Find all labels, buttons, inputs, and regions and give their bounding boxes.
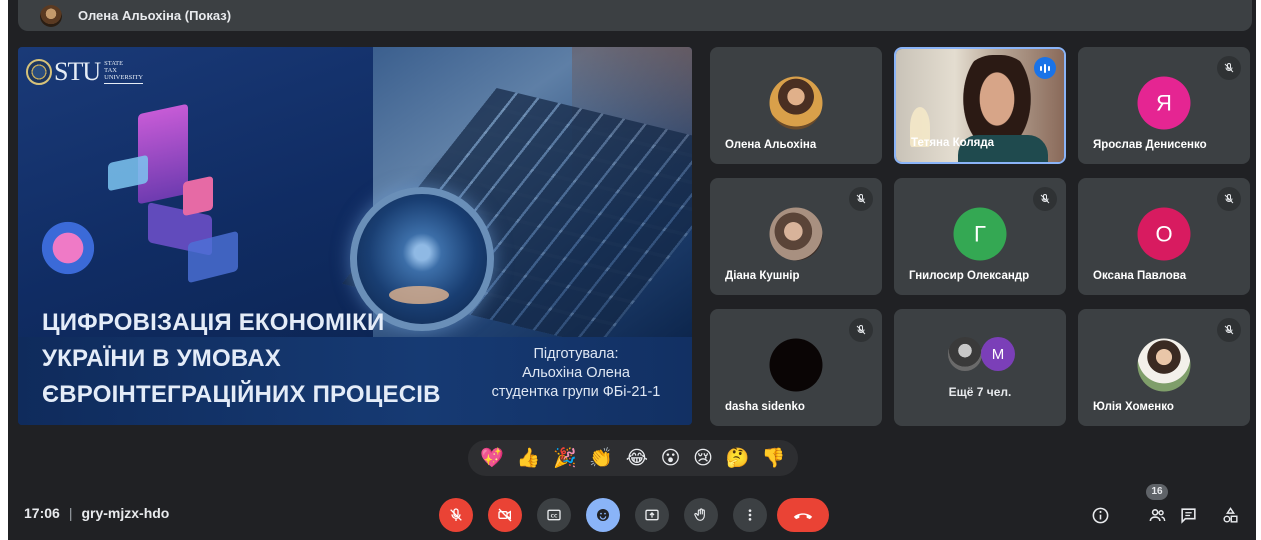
info-icon <box>1092 507 1108 523</box>
more-options-button[interactable] <box>733 498 767 532</box>
captions-icon: CC <box>547 509 561 521</box>
camera-off-icon <box>498 508 512 522</box>
activities-icon <box>1222 506 1238 523</box>
participant-tile[interactable]: Г Гнилосир Олександр <box>894 178 1066 295</box>
participants-count-badge: 16 <box>1146 484 1168 500</box>
meeting-details-button[interactable] <box>1088 503 1112 527</box>
presentation-slide: STU STATE TAX UNIVERSITY ЦИФРОВІЗАЦІЯ ЕК… <box>18 47 692 425</box>
mic-off-icon <box>1217 318 1241 342</box>
university-seal <box>26 59 52 85</box>
emoji-reactions-button[interactable] <box>586 498 620 532</box>
emoji-icon <box>597 509 609 521</box>
participant-avatar-letter: Г <box>953 207 1007 261</box>
people-icon <box>1149 508 1165 521</box>
participant-avatar <box>769 76 823 130</box>
mic-off-icon <box>1033 187 1057 211</box>
mic-toggle-button[interactable] <box>439 498 473 532</box>
presenter-bar: Олена Альохіна (Показ) <box>18 0 1252 31</box>
mic-off-icon <box>849 318 873 342</box>
mic-off-icon <box>450 508 462 521</box>
participant-avatar <box>769 207 823 261</box>
reaction-thinking[interactable]: 🤔 <box>726 448 750 468</box>
more-participants-label: Ещё 7 чел. <box>948 385 1012 399</box>
slide-title: ЦИФРОВІЗАЦІЯ ЕКОНОМІКИ УКРАЇНИ В УМОВАХ … <box>42 309 441 408</box>
mic-off-icon <box>849 187 873 211</box>
participant-tile[interactable]: dasha sidenko <box>710 309 882 426</box>
presenter-bar-title: Олена Альохіна (Показ) <box>78 8 232 23</box>
reactions-bar: 💖 👍 🎉 👏 😂 😮 😢 🤔 👎 <box>468 440 798 476</box>
reaction-thumbs-up[interactable]: 👍 <box>517 448 541 468</box>
slide-author: Підготувала: Альохіна Олена студентка гр… <box>491 346 661 400</box>
reaction-thumbs-down[interactable]: 👎 <box>762 448 786 468</box>
participant-tile[interactable]: Юлія Хоменко <box>1078 309 1250 426</box>
svg-text:CC: CC <box>551 513 558 519</box>
participant-tile[interactable]: Олена Альохіна <box>710 47 882 164</box>
more-icon <box>748 509 752 521</box>
chat-button[interactable] <box>1176 503 1200 527</box>
reaction-sad[interactable]: 😢 <box>693 448 713 468</box>
activities-button[interactable] <box>1218 503 1242 527</box>
participant-avatar-letter: M <box>981 337 1015 371</box>
current-time: 17:06 <box>24 505 60 521</box>
reaction-laugh[interactable]: 😂 <box>626 448 648 468</box>
meeting-info: 17:06 | gry-mjzx-hdo <box>24 505 170 521</box>
raise-hand-button[interactable] <box>684 498 718 532</box>
mic-off-icon <box>1217 56 1241 80</box>
present-icon <box>645 509 659 521</box>
presenter-avatar <box>40 4 62 27</box>
participant-tile-active-speaker[interactable]: Тетяна Коляда <box>894 47 1066 164</box>
participants-button[interactable] <box>1145 503 1169 527</box>
participant-avatar <box>1137 338 1191 392</box>
slide-illustration <box>108 99 218 259</box>
chat-icon <box>1180 507 1196 524</box>
participant-avatar <box>948 337 982 371</box>
participant-tile[interactable]: Діана Кушнір <box>710 178 882 295</box>
hang-up-icon <box>793 513 813 520</box>
reaction-heart[interactable]: 💖 <box>480 448 504 468</box>
meet-window: Олена Альохіна (Показ) STU STATE TAX UNI… <box>8 0 1256 540</box>
present-screen-button[interactable] <box>635 498 669 532</box>
meeting-code: gry-mjzx-hdo <box>81 505 170 521</box>
reaction-clap[interactable]: 👏 <box>589 448 613 468</box>
mic-off-icon <box>1217 187 1241 211</box>
participant-tile[interactable]: О Оксана Павлова <box>1078 178 1250 295</box>
leave-call-button[interactable] <box>777 498 829 532</box>
reaction-party[interactable]: 🎉 <box>553 448 577 468</box>
participant-avatar-letter: О <box>1137 207 1191 261</box>
reaction-surprised[interactable]: 😮 <box>661 448 681 468</box>
speaking-indicator-icon <box>1034 57 1056 79</box>
captions-button[interactable]: CC <box>537 498 571 532</box>
camera-toggle-button[interactable] <box>488 498 522 532</box>
raise-hand-icon <box>694 508 705 521</box>
participant-avatar-letter: Я <box>1137 76 1191 130</box>
participant-tile[interactable]: Я Ярослав Денисенко <box>1078 47 1250 164</box>
more-participants-tile[interactable]: M Ещё 7 чел. <box>894 309 1066 426</box>
participant-avatar <box>769 338 823 392</box>
stu-logo: STU STATE TAX UNIVERSITY <box>26 57 144 87</box>
